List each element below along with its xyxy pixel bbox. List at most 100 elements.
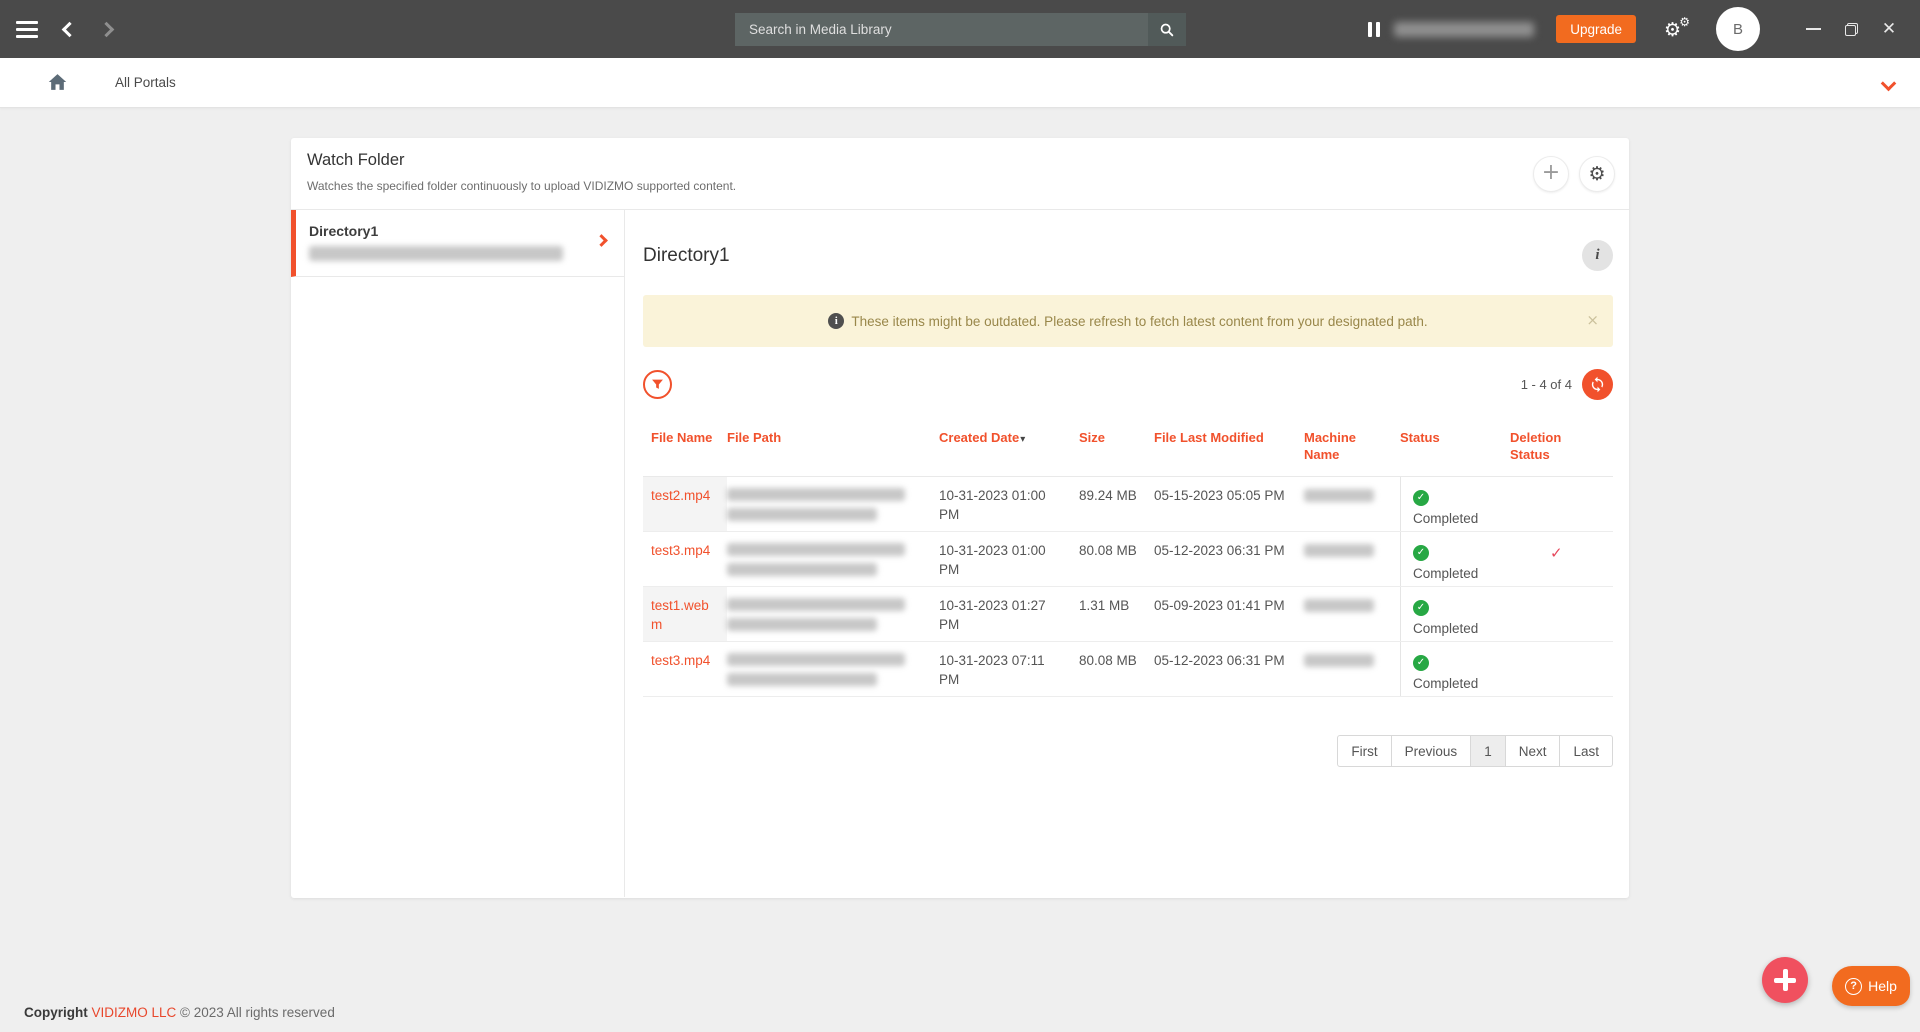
- settings-button[interactable]: ⚙: [1579, 156, 1615, 192]
- watch-folder-table: File Name File Path Created Date▾ Size F…: [643, 424, 1613, 697]
- pagination: First Previous 1 Next Last: [1337, 735, 1613, 767]
- close-button[interactable]: ✕: [1874, 14, 1904, 44]
- column-deletion-status[interactable]: Deletion Status: [1510, 424, 1606, 476]
- footer-copyright: Copyright VIDIZMO LLC © 2023 All rights …: [24, 1005, 335, 1020]
- machine-name-cell: [1304, 532, 1400, 586]
- file-link[interactable]: test1.webm: [651, 598, 709, 633]
- outdated-alert: i These items might be outdated. Please …: [643, 295, 1613, 347]
- status-cell: ✓ Completed: [1400, 532, 1510, 586]
- machine-name-cell: [1304, 587, 1400, 641]
- table-header-row: File Name File Path Created Date▾ Size F…: [643, 424, 1613, 477]
- size-cell: 89.24 MB: [1079, 477, 1154, 531]
- file-last-modified-cell: 05-15-2023 05:05 PM: [1154, 477, 1304, 531]
- file-last-modified-cell: 05-09-2023 01:41 PM: [1154, 587, 1304, 641]
- table-row: test3.mp4 10-31-2023 01:00 PM 80.08 MB 0…: [643, 532, 1613, 587]
- status-cell: ✓ Completed: [1400, 587, 1510, 641]
- created-date-cell: 10-31-2023 01:27 PM: [939, 587, 1079, 641]
- file-path-cell: [727, 532, 939, 586]
- chevron-right-icon: [595, 234, 608, 247]
- deletion-status-cell: ✓: [1510, 477, 1606, 531]
- cogs-icon[interactable]: ⚙ ⚙: [1664, 17, 1690, 41]
- alert-info-icon: i: [828, 313, 844, 329]
- forward-arrow-icon[interactable]: [99, 21, 115, 37]
- refresh-button[interactable]: [1582, 369, 1613, 400]
- status-cell: ✓ Completed: [1400, 642, 1510, 696]
- alert-close-icon[interactable]: ×: [1586, 311, 1599, 329]
- directory-path-redacted: [309, 246, 563, 261]
- info-button[interactable]: i: [1582, 240, 1613, 271]
- machine-name-cell: [1304, 642, 1400, 696]
- status-cell: ✓ Completed: [1400, 477, 1510, 531]
- file-path-cell: [727, 587, 939, 641]
- created-date-cell: 10-31-2023 01:00 PM: [939, 477, 1079, 531]
- file-last-modified-cell: 05-12-2023 06:31 PM: [1154, 532, 1304, 586]
- status-check-icon: ✓: [1413, 600, 1429, 616]
- sort-desc-icon: ▾: [1020, 434, 1025, 445]
- deletion-status-cell: ✓: [1510, 587, 1606, 641]
- status-check-icon: ✓: [1413, 655, 1429, 671]
- directory-detail-panel: Directory1 i i These items might be outd…: [625, 210, 1629, 897]
- file-link[interactable]: test2.mp4: [651, 488, 710, 503]
- hamburger-menu-icon[interactable]: [16, 17, 38, 42]
- size-cell: 1.31 MB: [1079, 587, 1154, 641]
- file-link[interactable]: test3.mp4: [651, 543, 710, 558]
- directory-list: Directory1: [291, 210, 625, 897]
- alert-message: These items might be outdated. Please re…: [851, 314, 1427, 329]
- status-check-icon: ✓: [1413, 545, 1429, 561]
- filter-funnel-icon: [651, 378, 664, 391]
- help-button[interactable]: ? Help: [1832, 966, 1910, 1006]
- search-icon: [1159, 22, 1175, 38]
- restore-button[interactable]: [1836, 14, 1866, 44]
- directory-name: Directory1: [309, 223, 594, 239]
- result-range-label: 1 - 4 of 4: [1521, 377, 1572, 392]
- pagination-last[interactable]: Last: [1559, 735, 1613, 767]
- refresh-icon: [1589, 376, 1606, 393]
- column-created-date[interactable]: Created Date▾: [939, 424, 1079, 476]
- search-button[interactable]: [1148, 13, 1186, 46]
- directory-detail-title: Directory1: [643, 245, 730, 267]
- pagination-page-1[interactable]: 1: [1470, 735, 1506, 767]
- search-input[interactable]: [735, 13, 1148, 46]
- column-size[interactable]: Size: [1079, 424, 1154, 476]
- plus-icon: +: [1542, 162, 1560, 184]
- file-last-modified-cell: 05-12-2023 06:31 PM: [1154, 642, 1304, 696]
- card-header: Watch Folder Watches the specified folde…: [291, 138, 1629, 210]
- column-file-name[interactable]: File Name: [643, 424, 727, 476]
- column-file-path[interactable]: File Path: [727, 424, 939, 476]
- question-icon: ?: [1845, 978, 1862, 995]
- file-path-cell: [727, 642, 939, 696]
- breadcrumb: All Portals: [0, 58, 1920, 108]
- deletion-check-icon: ✓: [1550, 543, 1563, 565]
- add-watch-folder-button[interactable]: +: [1533, 156, 1569, 192]
- pagination-previous[interactable]: Previous: [1391, 735, 1472, 767]
- status-check-icon: ✓: [1413, 490, 1429, 506]
- upgrade-button[interactable]: Upgrade: [1556, 15, 1636, 43]
- back-arrow-icon[interactable]: [62, 21, 78, 37]
- minimize-button[interactable]: [1798, 14, 1828, 44]
- home-icon[interactable]: [48, 73, 67, 91]
- filter-button[interactable]: [643, 370, 672, 399]
- column-machine-name[interactable]: Machine Name: [1304, 424, 1400, 476]
- add-fab-button[interactable]: [1762, 957, 1808, 1003]
- pagination-first[interactable]: First: [1337, 735, 1391, 767]
- breadcrumb-item-all-portals[interactable]: All Portals: [115, 75, 176, 90]
- table-row: test1.webm 10-31-2023 01:27 PM 1.31 MB 0…: [643, 587, 1613, 642]
- avatar[interactable]: B: [1716, 7, 1760, 51]
- table-row: test3.mp4 10-31-2023 07:11 PM 80.08 MB 0…: [643, 642, 1613, 697]
- size-cell: 80.08 MB: [1079, 532, 1154, 586]
- pagination-next[interactable]: Next: [1505, 735, 1561, 767]
- page-subtitle: Watches the specified folder continuousl…: [307, 179, 1613, 193]
- created-date-cell: 10-31-2023 07:11 PM: [939, 642, 1079, 696]
- pause-icon[interactable]: [1368, 22, 1380, 37]
- deletion-status-cell: ✓: [1510, 642, 1606, 696]
- file-path-cell: [727, 477, 939, 531]
- deletion-status-cell: ✓: [1510, 532, 1606, 586]
- column-status[interactable]: Status: [1400, 424, 1510, 476]
- file-link[interactable]: test3.mp4: [651, 653, 710, 668]
- company-link[interactable]: VIDIZMO LLC: [92, 1005, 177, 1020]
- chevron-down-icon[interactable]: [1881, 76, 1897, 92]
- table-row: test2.mp4 10-31-2023 01:00 PM 89.24 MB 0…: [643, 477, 1613, 532]
- directory-list-item[interactable]: Directory1: [291, 210, 624, 277]
- column-file-last-modified[interactable]: File Last Modified: [1154, 424, 1304, 476]
- search-bar: [735, 13, 1186, 46]
